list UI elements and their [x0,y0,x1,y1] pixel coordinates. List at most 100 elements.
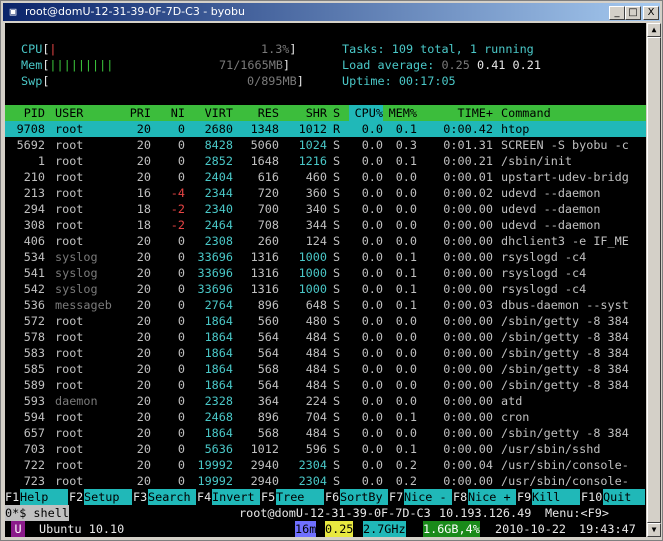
fkey-button[interactable]: Search [148,489,196,505]
process-cell: 5636 [204,442,233,456]
column-header[interactable]: RES [247,105,279,121]
process-row[interactable]: 1 root 20 0 2852 1648 1216 S 0.0 0.1 0:00.21/sbin/… [5,153,646,169]
process-row[interactable]: 578 root 20 0 1864 564 484 S 0.0 0.0 0:00.00/sbin/… [5,329,646,345]
process-cell: 2680 [204,122,233,136]
column-header[interactable]: PRI [123,105,151,121]
scroll-thumb[interactable] [647,37,661,523]
process-cell: root [55,346,84,360]
column-header[interactable]: PID [5,105,45,121]
process-cell: S [333,170,341,184]
process-cell: 484 [305,362,327,376]
process-cell: 541 [23,266,45,280]
column-header[interactable]: Command [501,105,641,121]
process-cell: 20 [136,426,151,440]
process-row[interactable]: 534 syslog 20 0 33696 1316 1000 S 0.0 0.1 0:00.00 r… [5,249,646,265]
process-row[interactable]: 722 root 20 0 19992 2940 2304 S 0.0 0.2 0:00.04/us… [5,457,646,473]
process-row[interactable]: 213 root 16 -4 2344 720 360 S 0.0 0.0 0:00.02 udevd… [5,185,646,201]
process-cell: 0:00.42 [443,122,493,136]
fkey-button[interactable]: Nice - [404,489,452,505]
process-cell: 0 [177,346,185,360]
scroll-up-icon[interactable]: ▲ [647,23,661,37]
process-row[interactable]: 542 syslog 20 0 33696 1316 1000 S 0.0 0.1 0:00.00 r… [5,281,646,297]
processes-count: 16m [295,521,317,537]
load-indicator: 0.25 [325,521,354,537]
process-cell: /usr/sbin/sshd [501,442,601,456]
process-row[interactable]: 9708 root 20 0 2680 1348 1012 R 0.0 0.1 0:00.42 hto… [5,121,646,137]
process-row[interactable]: 703 root 20 0 5636 1012 596 S 0.0 0.1 0:00.00/usr/… [5,441,646,457]
fkey-button[interactable]: Invert [212,489,260,505]
process-row[interactable]: 536 messageb 20 0 2764 896 648 S 0.0 0.1 0:00.03 db… [5,297,646,313]
process-cell: root [55,186,84,200]
shell-tab[interactable]: 0*$ shell [5,505,69,521]
process-cell: 18 [136,202,151,216]
process-cell: 0:00.00 [443,474,493,488]
terminal-area[interactable]: CPU[| 1.3%] Mem[||||||||| 71/1665MB] Swp… [5,23,646,537]
column-header[interactable]: S [333,105,345,121]
process-cell: 0.0 [361,346,383,360]
process-row[interactable]: 5692 root 20 0 8428 5060 1024 S 0.0 0.3 0:01.31 SCR… [5,137,646,153]
swap-value: 0/895MB] [247,74,304,88]
process-row[interactable]: 210 root 20 0 2404 616 460 S 0.0 0.0 0:00.01 upstar… [5,169,646,185]
process-cell: S [333,298,341,312]
fkey-button[interactable]: Help [20,489,68,505]
process-cell: S [333,154,341,168]
fkey-button[interactable]: Setup [84,489,132,505]
process-cell: 0 [177,442,185,456]
process-cell: atd [501,394,523,408]
process-cell: /usr/sbin/console- [501,474,629,488]
process-cell: 484 [305,426,327,440]
column-header[interactable]: MEM% [387,105,417,121]
process-cell: 542 [23,282,45,296]
menu-hint[interactable]: Menu:<F9> [545,505,609,521]
process-cell: 0.0 [395,426,417,440]
column-header[interactable]: VIRT [197,105,233,121]
process-cell: 9708 [16,122,45,136]
process-cell: 585 [23,362,45,376]
process-cell: SCREEN -S byobu -c [501,138,629,152]
process-row[interactable]: 583 root 20 0 1864 564 484 S 0.0 0.0 0:00.00/sbin/… [5,345,646,361]
vertical-scrollbar[interactable]: ▲ ▼ [647,23,661,537]
process-cell: 0.1 [395,250,417,264]
fkey-button[interactable]: Quit [603,489,645,505]
column-header[interactable]: CPU% [349,105,383,121]
minimize-button[interactable]: _ [609,6,625,20]
process-cell: root [55,122,84,136]
column-header[interactable]: SHR [293,105,327,121]
window-title: root@domU-12-31-39-0F-7D-C3 - byobu [25,5,245,18]
fkey-button[interactable]: SortBy [340,489,388,505]
column-header[interactable]: TIME+ [431,105,493,121]
process-cell: 213 [23,186,45,200]
fkey-button[interactable]: Tree [276,489,324,505]
process-cell: 0.2 [395,474,417,488]
column-header[interactable]: NI [163,105,185,121]
scroll-down-icon[interactable]: ▼ [647,523,661,537]
process-row[interactable]: 594 root 20 0 2468 896 704 S 0.0 0.1 0:00.00 cron [5,409,646,425]
process-row[interactable]: 657 root 20 0 1864 568 484 S 0.0 0.0 0:00.00/sbin/… [5,425,646,441]
process-row[interactable]: 541 syslog 20 0 33696 1316 1000 S 0.0 0.1 0:00.00 r… [5,265,646,281]
process-cell: 564 [257,330,279,344]
process-row[interactable]: 406 root 20 0 2308 260 124 S 0.0 0.0 0:00.00 dhclie… [5,233,646,249]
maximize-button[interactable]: □ [625,6,641,20]
fkey-key: F9 [517,490,532,504]
process-cell: 0.0 [395,314,417,328]
process-row[interactable]: 723 root 20 0 19992 2940 2304 S 0.0 0.2 0:00.00/us… [5,473,646,489]
process-row[interactable]: 308 root 18 -2 2464 708 344 S 0.0 0.0 0:00.00 udevd… [5,217,646,233]
fkey-button[interactable]: Kill [532,489,580,505]
close-button[interactable]: X [643,6,659,20]
process-cell: 16 [136,186,151,200]
process-row[interactable]: 585 root 20 0 1864 568 484 S 0.0 0.0 0:00.00/sbin/… [5,361,646,377]
process-cell: 2852 [204,154,233,168]
title-bar[interactable]: ▣ root@domU-12-31-39-0F-7D-C3 - byobu _ … [3,3,660,21]
process-cell: 308 [23,218,45,232]
process-cell: 0 [177,170,185,184]
process-row[interactable]: 294 root 18 -2 2340 700 340 S 0.0 0.0 0:00.00 udevd… [5,201,646,217]
process-cell: 484 [305,378,327,392]
column-header[interactable]: USER [55,105,115,121]
process-row[interactable]: 593 daemon 20 0 2328 364 224 S 0.0 0.0 0:00.00 atd [5,393,646,409]
process-cell: /sbin/getty -8 384 [501,378,629,392]
fkey-button[interactable]: Nice + [468,489,516,505]
process-cell: 20 [136,442,151,456]
process-row[interactable]: 589 root 20 0 1864 564 484 S 0.0 0.0 0:00.00/sbin/… [5,377,646,393]
process-cell: /sbin/getty -8 384 [501,362,629,376]
process-row[interactable]: 572 root 20 0 1864 560 480 S 0.0 0.0 0:00.00/sbin/… [5,313,646,329]
